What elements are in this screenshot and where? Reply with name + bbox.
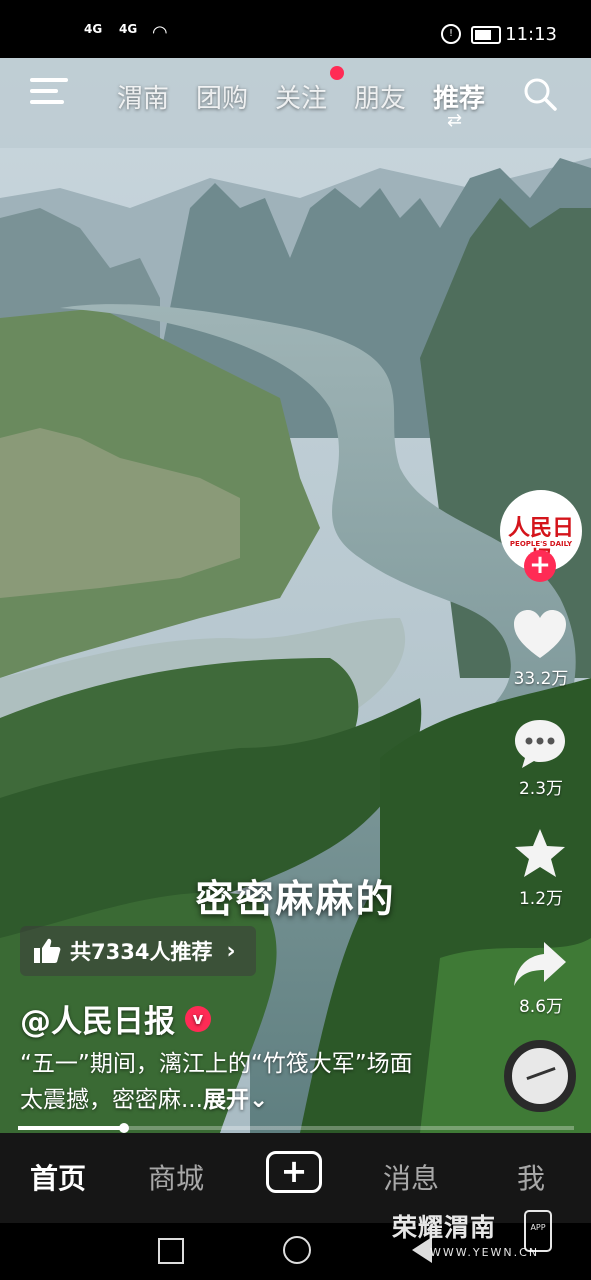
tab-home[interactable]: 首页	[30, 1157, 86, 1197]
comment-icon[interactable]	[510, 716, 570, 772]
create-button[interactable]: +	[266, 1151, 322, 1193]
watermark-title: 荣耀渭南	[392, 1213, 497, 1242]
battery-icon	[471, 26, 501, 44]
author-handle[interactable]: @人民日报	[20, 996, 175, 1041]
chevron-right-icon: ›	[226, 938, 236, 964]
alarm-icon: !	[441, 24, 461, 44]
tab-mall[interactable]: 商城	[148, 1157, 204, 1197]
tab-messages[interactable]: 消息	[383, 1157, 439, 1197]
tab-group-buy[interactable]: 团购	[196, 78, 248, 115]
video-caption: 密密麻麻的	[195, 877, 396, 921]
music-disc[interactable]	[504, 1040, 576, 1112]
home-icon[interactable]	[283, 1236, 311, 1264]
follow-button[interactable]: +	[524, 550, 556, 582]
clock: 11:13	[505, 24, 557, 45]
author-name[interactable]: @人民日报 v	[20, 996, 211, 1041]
thumbs-up-icon	[34, 938, 61, 963]
app-badge-icon: APP	[524, 1210, 552, 1252]
progress-bar[interactable]	[18, 1123, 574, 1133]
share-icon[interactable]	[510, 936, 570, 992]
top-nav: 渭南 团购 关注 朋友 推荐 ⇄	[0, 58, 591, 138]
like-count: 33.2万	[513, 669, 569, 689]
watermark: 荣耀渭南 WWW.YEWN.CN APP	[392, 1208, 552, 1259]
watermark-url: WWW.YEWN.CN	[430, 1246, 540, 1259]
progress-fill	[18, 1126, 124, 1130]
tab-location[interactable]: 渭南	[117, 78, 169, 115]
recommend-label: 共7334人推荐	[70, 940, 213, 964]
expand-button[interactable]: 展开⌄	[203, 1087, 268, 1113]
tab-friends[interactable]: 朋友	[354, 78, 406, 115]
comment-count: 2.3万	[518, 779, 564, 799]
notification-dot	[330, 66, 344, 80]
status-bar: 4G 4G ◠ ! 11:13	[0, 0, 591, 58]
tab-me[interactable]: 我	[517, 1157, 545, 1197]
signal-icon-2: 4G	[119, 22, 138, 36]
swap-icon: ⇄	[447, 110, 463, 131]
tab-following[interactable]: 关注	[275, 78, 327, 115]
verified-icon: v	[185, 1005, 211, 1032]
heart-icon[interactable]	[510, 606, 570, 662]
recent-apps-icon[interactable]	[158, 1238, 184, 1264]
menu-icon[interactable]	[30, 78, 68, 108]
wifi-icon: ◠	[152, 22, 168, 43]
progress-knob[interactable]	[118, 1123, 129, 1133]
recommend-pill[interactable]: 共7334人推荐 ›	[20, 926, 256, 976]
search-icon[interactable]	[522, 76, 558, 112]
share-count: 8.6万	[518, 997, 564, 1017]
avatar-subtitle: PEOPLE'S DAILY	[509, 540, 573, 548]
video-description: “五一”期间，漓江上的“竹筏大军”场面太震撼，密密麻...展开⌄	[20, 1046, 420, 1118]
signal-icon: 4G	[84, 22, 103, 36]
